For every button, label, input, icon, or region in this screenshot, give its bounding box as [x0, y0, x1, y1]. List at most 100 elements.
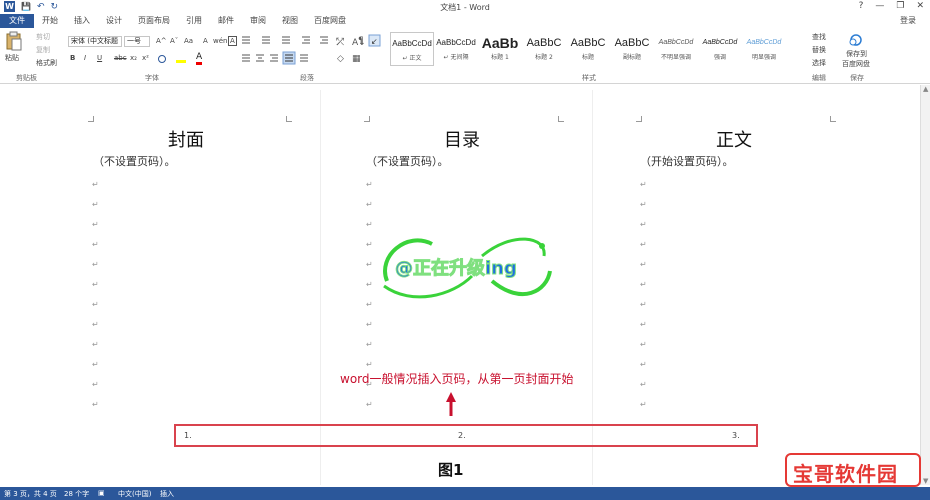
- paragraph-mark: ↵: [640, 180, 647, 189]
- svg-text:↙: ↙: [371, 37, 378, 46]
- phonetic-icon[interactable]: wén: [213, 37, 227, 45]
- replace-button[interactable]: 替换: [812, 45, 826, 55]
- margin-corner-mark: [636, 116, 642, 122]
- paragraph-mark: ↵: [92, 320, 99, 329]
- tab-baidu[interactable]: 百度网盘: [306, 14, 354, 28]
- style-item[interactable]: AaBbCcDd ↵ 无间隔: [434, 32, 478, 66]
- tab-layout[interactable]: 页面布局: [130, 14, 178, 28]
- paragraph-mark: ↵: [92, 400, 99, 409]
- page-number-highlight-box: [174, 424, 758, 447]
- change-case-icon[interactable]: Aa: [184, 37, 193, 45]
- minimize-icon[interactable]: —: [875, 1, 884, 11]
- find-button[interactable]: 查找: [812, 32, 826, 42]
- login-link[interactable]: 登录: [900, 15, 916, 26]
- paragraph-mark: ↵: [640, 320, 647, 329]
- sort-icon[interactable]: ⤱ A↓ ↙: [336, 34, 382, 48]
- paragraph-mark: ↵: [366, 400, 373, 409]
- subscript-button[interactable]: x₂: [130, 54, 137, 62]
- page-count-status[interactable]: 第 3 页，共 4 页: [4, 489, 57, 499]
- paragraph-mark: ↵: [366, 200, 373, 209]
- close-icon[interactable]: ✕: [916, 1, 924, 11]
- tab-design[interactable]: 设计: [98, 14, 130, 28]
- clear-format-icon[interactable]: A: [203, 37, 208, 45]
- vertical-scrollbar[interactable]: ▲ ▼: [920, 85, 930, 485]
- font-size-select[interactable]: 一号: [124, 36, 150, 47]
- font-color-icon[interactable]: A: [196, 52, 203, 65]
- window-controls: ? — ❐ ✕: [859, 1, 924, 11]
- paragraph-mark: ↵: [92, 180, 99, 189]
- tab-mailings[interactable]: 邮件: [210, 14, 242, 28]
- grow-font-icon[interactable]: A^: [156, 37, 167, 45]
- watermark-text: 宝哥软件园: [793, 462, 898, 486]
- restore-icon[interactable]: ❐: [896, 1, 904, 11]
- text-effects-icon[interactable]: [158, 55, 166, 63]
- help-icon[interactable]: ?: [859, 1, 864, 11]
- tab-home[interactable]: 开始: [34, 14, 66, 28]
- format-painter-button[interactable]: 格式刷: [36, 58, 57, 68]
- annotation-text: word一般情况插入页码，从第一页封面开始: [340, 372, 574, 386]
- language-status[interactable]: 中文(中国): [118, 489, 151, 499]
- paragraph-mark: ↵: [92, 300, 99, 309]
- toc-subtitle: （不设置页码）。: [366, 155, 449, 168]
- paragraph-mark: ↵: [640, 280, 647, 289]
- style-item[interactable]: AaBbCcDd 明显强调: [742, 32, 786, 66]
- select-button[interactable]: 选择: [812, 58, 826, 68]
- page-number-3: 3.: [732, 431, 740, 440]
- paste-icon[interactable]: [6, 31, 22, 51]
- cloud-save-icon[interactable]: [848, 33, 864, 47]
- copy-button[interactable]: 复制: [36, 45, 50, 55]
- paragraph-mark: ↵: [640, 200, 647, 209]
- bold-button[interactable]: B: [70, 54, 75, 62]
- proofing-icon[interactable]: ▣: [98, 489, 105, 497]
- highlight-icon[interactable]: [176, 55, 186, 63]
- upgrading-overlay-text: @正在升级ing: [395, 258, 518, 280]
- paragraph-mark: ↵: [92, 340, 99, 349]
- tab-file[interactable]: 文件: [0, 14, 34, 28]
- paste-button[interactable]: 粘贴: [5, 53, 19, 63]
- body-subtitle: （开始设置页码）。: [640, 155, 734, 168]
- word-count-status[interactable]: 28 个字: [64, 489, 89, 499]
- paragraph-mark: ↵: [92, 240, 99, 249]
- tab-review[interactable]: 审阅: [242, 14, 274, 28]
- scroll-down-icon[interactable]: ▼: [923, 477, 928, 485]
- cover-subtitle: （不设置页码）。: [93, 155, 176, 168]
- shrink-font-icon[interactable]: Aˇ: [170, 37, 178, 45]
- insert-mode-status[interactable]: 插入: [160, 489, 174, 499]
- scroll-up-icon[interactable]: ▲: [923, 85, 928, 93]
- site-watermark: 宝哥软件园: [785, 453, 921, 487]
- cut-button[interactable]: 剪切: [36, 32, 50, 42]
- tab-references[interactable]: 引用: [178, 14, 210, 28]
- save-to-baidu-button-line2[interactable]: 百度网盘: [842, 59, 870, 69]
- font-name-select[interactable]: 宋体 (中文标题: [68, 36, 122, 47]
- paragraph-mark: ↵: [640, 260, 647, 269]
- paragraph-mark: ↵: [92, 260, 99, 269]
- strikethrough-button[interactable]: abc: [114, 54, 127, 62]
- style-item[interactable]: AaBbC 标题 2: [522, 32, 566, 66]
- underline-button[interactable]: U: [97, 54, 102, 62]
- paragraph-group-label: 段落: [300, 74, 314, 82]
- char-border-icon[interactable]: A: [228, 36, 237, 46]
- style-item[interactable]: AaBbC 标题: [566, 32, 610, 66]
- svg-text:▦: ▦: [352, 54, 361, 64]
- paragraph-mark: ↵: [92, 280, 99, 289]
- italic-button[interactable]: I: [84, 54, 86, 62]
- style-item[interactable]: AaBbCcDd ↵ 正文: [390, 32, 434, 66]
- save-to-baidu-button[interactable]: 保存到: [846, 49, 867, 59]
- paragraph-mark: ↵: [366, 180, 373, 189]
- paragraph-mark: ↵: [640, 220, 647, 229]
- figure-label: 图1: [438, 461, 464, 479]
- margin-corner-mark: [364, 116, 370, 122]
- style-item[interactable]: AaBbCcDd 不明显强调: [654, 32, 698, 66]
- svg-text:A↓: A↓: [352, 38, 366, 48]
- superscript-button[interactable]: x²: [142, 54, 149, 62]
- tab-view[interactable]: 视图: [274, 14, 306, 28]
- style-item[interactable]: AaBbC 副标题: [610, 32, 654, 66]
- margin-corner-mark: [830, 116, 836, 122]
- style-item[interactable]: AaBbCcDd 强调: [698, 32, 742, 66]
- paragraph-mark: ↵: [640, 400, 647, 409]
- toc-title: 目录: [444, 130, 480, 151]
- tab-insert[interactable]: 插入: [66, 14, 98, 28]
- paragraph-mark: ↵: [92, 360, 99, 369]
- style-item[interactable]: AaBb 标题 1: [478, 32, 522, 66]
- font-group-label: 字体: [145, 74, 159, 82]
